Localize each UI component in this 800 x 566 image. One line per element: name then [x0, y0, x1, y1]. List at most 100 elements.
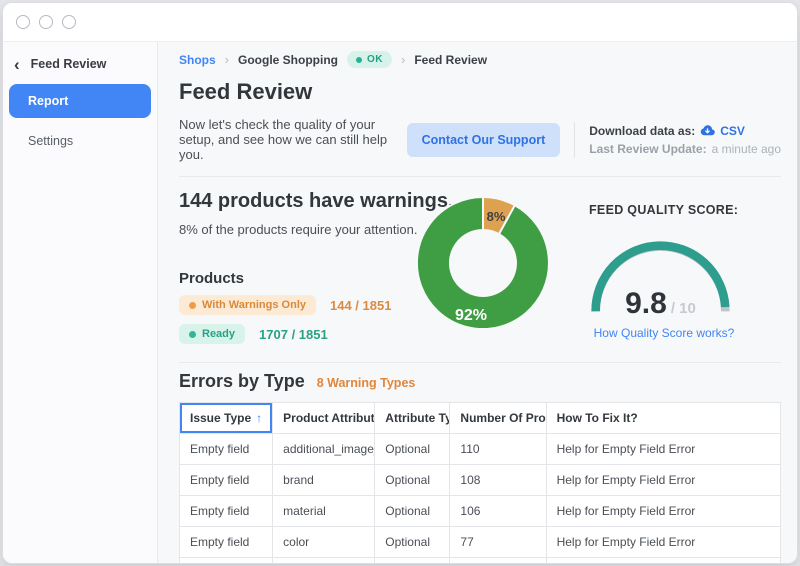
legend-ready-value: 1707 / 1851	[259, 327, 328, 342]
help-link[interactable]: Help for Empty Field Error	[546, 527, 780, 558]
legend-ready-label: Ready	[202, 328, 235, 340]
legend-warnings-pill: With Warnings Only	[179, 295, 316, 315]
legend-ready-row: Ready 1707 / 1851	[179, 324, 328, 344]
app-window: ‹ Feed Review Report Settings Shops › Go…	[2, 2, 798, 564]
section-divider	[179, 362, 781, 363]
breadcrumb-shops-link[interactable]: Shops	[179, 53, 216, 67]
chevron-right-icon: ›	[225, 52, 229, 67]
quality-score-value: 9.8/ 10	[589, 287, 732, 321]
column-header-how-to-fix[interactable]: How To Fix It?	[546, 403, 780, 434]
cell-number-of-products: 1	[450, 558, 546, 565]
cell-attribute-type: Optional	[375, 434, 450, 465]
sidebar-item-settings[interactable]: Settings	[28, 134, 157, 148]
main-panel: Shops › Google Shopping OK › Feed Review…	[158, 42, 797, 563]
cell-attribute-type: Optional	[375, 496, 450, 527]
window-content: ‹ Feed Review Report Settings Shops › Go…	[3, 42, 797, 563]
last-review-value: a minute ago	[712, 140, 781, 158]
cell-attribute-type: Optional	[375, 527, 450, 558]
column-header-product-attribute[interactable]: Product Attribute	[273, 403, 375, 434]
window-control-icon[interactable]	[16, 15, 30, 29]
breadcrumb-shop-name[interactable]: Google Shopping	[238, 53, 338, 67]
warnings-subtext: 8% of the products require your attentio…	[179, 222, 417, 237]
sidebar-header: ‹ Feed Review	[14, 57, 157, 71]
cell-product-attribute: additional_image_link	[273, 434, 375, 465]
back-icon[interactable]: ‹	[14, 58, 20, 71]
quality-score-help-link[interactable]: How Quality Score works?	[589, 326, 739, 340]
cell-issue-type: Empty field	[180, 434, 273, 465]
quality-score-gauge: 9.8/ 10	[589, 239, 732, 317]
cell-product-attribute: brand	[273, 465, 375, 496]
column-header-attribute-type[interactable]: Attribute Type	[375, 403, 450, 434]
download-csv-link[interactable]: CSV	[720, 122, 745, 140]
column-header-number-of-products[interactable]: Number Of Products	[450, 403, 546, 434]
cell-number-of-products: 106	[450, 496, 546, 527]
column-header-label: Issue Type	[190, 411, 251, 425]
status-dot-icon	[356, 57, 362, 63]
legend-warnings-row: With Warnings Only 144 / 1851	[179, 295, 391, 315]
window-control-icon[interactable]	[39, 15, 53, 29]
legend-dot-icon	[189, 302, 196, 309]
breadcrumb: Shops › Google Shopping OK › Feed Review	[179, 51, 781, 68]
page-title: Feed Review	[179, 79, 781, 105]
status-badge-label: OK	[367, 54, 383, 65]
vertical-divider	[574, 122, 575, 158]
table-header-row: Issue Type ↑ Product Attribute Attribute…	[180, 403, 781, 434]
score-max: / 10	[671, 300, 696, 317]
donut-warnings-label: 8%	[487, 209, 506, 224]
last-review-label: Last Review Update:	[589, 140, 706, 158]
cell-issue-type: Empty field	[180, 465, 273, 496]
cloud-download-icon[interactable]	[700, 123, 715, 138]
donut-ready-label: 92%	[455, 307, 487, 324]
cell-number-of-products: 110	[450, 434, 546, 465]
legend-warnings-value: 144 / 1851	[330, 298, 391, 313]
legend-dot-icon	[189, 331, 196, 338]
window-control-icon[interactable]	[62, 15, 76, 29]
help-link[interactable]: Help for Empty Field Error	[546, 434, 780, 465]
table-row: Empty field color Optional 77 Help for E…	[180, 527, 781, 558]
contact-support-button[interactable]: Contact Our Support	[407, 123, 561, 157]
quality-score-title: FEED QUALITY SCORE:	[589, 203, 789, 217]
table-row: Empty field brand Optional 108 Help for …	[180, 465, 781, 496]
sort-ascending-icon[interactable]: ↑	[256, 411, 262, 425]
help-link[interactable]: Help for Empty Field Error	[546, 496, 780, 527]
table-row: Empty field description Optional 1 Help …	[180, 558, 781, 565]
status-badge: OK	[347, 51, 392, 68]
legend-warnings-label: With Warnings Only	[202, 299, 306, 311]
cell-number-of-products: 108	[450, 465, 546, 496]
sidebar: ‹ Feed Review Report Settings	[3, 42, 158, 563]
products-label: Products	[179, 270, 244, 287]
sidebar-title: Feed Review	[31, 57, 107, 71]
help-link[interactable]: Help for Empty Field Error	[546, 558, 780, 565]
help-link[interactable]: Help for Empty Field Error	[546, 465, 780, 496]
download-label: Download data as:	[589, 122, 695, 140]
column-header-issue-type[interactable]: Issue Type ↑	[180, 403, 273, 434]
breadcrumb-current: Feed Review	[414, 53, 487, 67]
chevron-right-icon: ›	[401, 52, 405, 67]
cell-number-of-products: 77	[450, 527, 546, 558]
download-block: Download data as: CSV Last Review Update…	[589, 122, 781, 158]
cell-attribute-type: Optional	[375, 558, 450, 565]
errors-title: Errors by Type	[179, 371, 305, 392]
cell-product-attribute: color	[273, 527, 375, 558]
cell-issue-type: Empty field	[180, 496, 273, 527]
sidebar-item-report[interactable]: Report	[9, 84, 151, 118]
window-titlebar	[3, 3, 797, 42]
score-number: 9.8	[625, 287, 667, 320]
errors-table: Issue Type ↑ Product Attribute Attribute…	[179, 402, 781, 564]
quality-score-block: FEED QUALITY SCORE: 9.8/ 10 How Quality …	[589, 203, 789, 340]
summary-section: 144 products have warnings. 8% of the pr…	[179, 177, 781, 362]
table-row: Empty field material Optional 106 Help f…	[180, 496, 781, 527]
table-row: Empty field additional_image_link Option…	[180, 434, 781, 465]
warnings-headline: 144 products have warnings.	[179, 190, 454, 213]
page-subtitle: Now let's check the quality of your setu…	[179, 117, 407, 162]
header-row: Now let's check the quality of your setu…	[179, 117, 781, 162]
cell-product-attribute: description	[273, 558, 375, 565]
legend-ready-pill: Ready	[179, 324, 245, 344]
cell-product-attribute: material	[273, 496, 375, 527]
warning-types-badge: 8 Warning Types	[317, 376, 416, 390]
products-donut-chart: 92% 8%	[417, 197, 549, 329]
cell-attribute-type: Optional	[375, 465, 450, 496]
cell-issue-type: Empty field	[180, 527, 273, 558]
cell-issue-type: Empty field	[180, 558, 273, 565]
errors-heading-row: Errors by Type 8 Warning Types	[179, 371, 781, 392]
